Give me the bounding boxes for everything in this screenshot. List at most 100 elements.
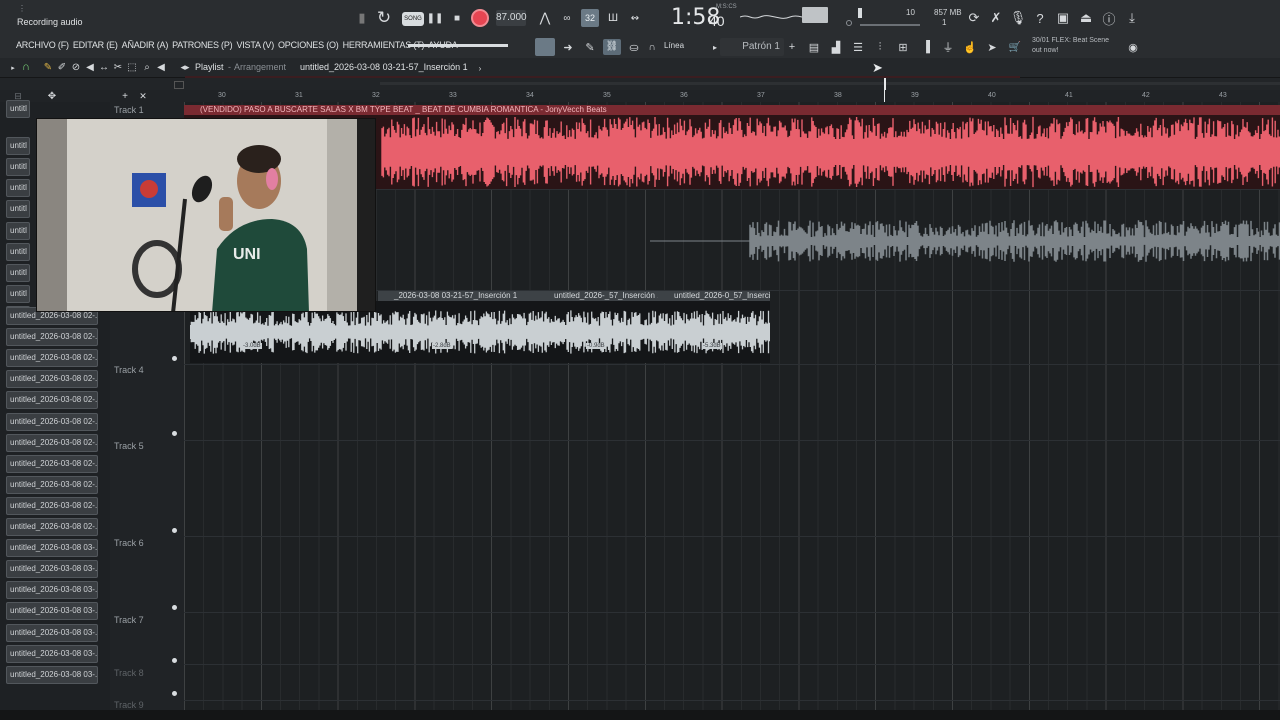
track-3-knob[interactable]	[172, 356, 177, 361]
picker-item[interactable]: untitled_2026-03-08 03-...	[6, 665, 98, 684]
refresh-icon[interactable]: ⟳	[966, 9, 982, 27]
vocal-clip-3-header[interactable]: untitled_2026-0_57_Inserción 1	[658, 291, 770, 301]
track-7-label[interactable]: Track 7	[114, 615, 144, 625]
picker-item[interactable]: untitled_2026-03-08 03-...	[6, 623, 98, 642]
loop-record-icon[interactable]: ↻	[374, 8, 394, 28]
picker-item[interactable]: untitled_2026-03-08 03-...	[6, 581, 98, 600]
cart-icon[interactable]: 🛒	[1007, 39, 1023, 55]
playhead-top[interactable]	[884, 78, 886, 90]
piano-roll-icon[interactable]: ▟	[828, 39, 844, 55]
delete-tool-icon[interactable]: ⊘	[70, 60, 82, 74]
picker-item[interactable]: untitled_2026-03-08 02-...	[6, 496, 98, 515]
stop-icon[interactable]: ■	[450, 10, 464, 26]
touch-icon[interactable]: ☝	[962, 39, 978, 55]
mixer-icon[interactable]: ⫶	[872, 39, 888, 55]
zoom-fit-icon[interactable]: ✥	[44, 90, 60, 102]
picker-item[interactable]: untitl	[6, 137, 30, 156]
menu-view[interactable]: VISTA (V)	[236, 40, 274, 50]
tree-icon[interactable]: ⊞	[895, 39, 911, 55]
link-icon[interactable]: ⛓	[603, 39, 621, 55]
picker-item[interactable]: untitl	[6, 200, 30, 219]
slice-tool-icon[interactable]: ✂	[112, 60, 124, 74]
select-tool-icon[interactable]: ⬚	[126, 60, 138, 74]
info-icon[interactable]: ⓘ	[1100, 9, 1118, 27]
draw-tool-icon[interactable]: ✎	[42, 60, 54, 74]
track-5-knob[interactable]	[172, 528, 177, 533]
paint-tool-icon[interactable]: ✐	[56, 60, 68, 74]
track-6-label[interactable]: Track 6	[114, 538, 144, 548]
picker-item[interactable]: untitled_2026-03-08 02-...	[6, 349, 98, 368]
tempo-display[interactable]: 87.000	[496, 10, 527, 26]
picker-item[interactable]: untitled_2026-03-08 02-...	[6, 475, 98, 494]
help-icon[interactable]: ?	[1032, 9, 1048, 27]
horizontal-scrollbar[interactable]	[380, 82, 1280, 85]
menu-add[interactable]: AÑADIR (A)	[122, 40, 169, 50]
menu-edit[interactable]: EDITAR (E)	[73, 40, 118, 50]
plug-icon[interactable]: ⏚	[940, 39, 956, 55]
playback-tool-icon[interactable]: ◀	[155, 60, 167, 74]
track-4-knob[interactable]	[172, 431, 177, 436]
hint-icon[interactable]: ➤	[984, 39, 1000, 55]
master-volume-slider[interactable]	[860, 24, 920, 26]
playhead-marker[interactable]	[884, 90, 885, 102]
menu-file[interactable]: ARCHIVO (F)	[16, 40, 69, 50]
playlist-menu-icon[interactable]: ▸	[8, 61, 18, 75]
picker-item[interactable]: untitl	[6, 158, 30, 177]
snap-selector[interactable]: Línea	[664, 41, 684, 50]
slip-tool-icon[interactable]: ↔	[98, 60, 110, 74]
settings-globe-icon[interactable]: ◉	[1126, 39, 1140, 55]
master-pitch-slider[interactable]	[858, 8, 862, 18]
playlist-toggle-button[interactable]	[535, 38, 555, 56]
main-pitch-slider[interactable]	[408, 44, 508, 47]
track-1-label[interactable]: Track 1	[114, 105, 144, 115]
picker-item[interactable]: untitl	[6, 179, 30, 198]
add-pattern-icon[interactable]: +	[786, 39, 798, 55]
plugin-icon[interactable]: ✗	[988, 9, 1004, 27]
step-edit-icon[interactable]: Ш	[604, 10, 622, 26]
browser-icon[interactable]: ☰	[850, 39, 866, 55]
track-5-label[interactable]: Track 5	[114, 441, 144, 451]
add-track-icon[interactable]: +	[120, 90, 130, 102]
picker-item[interactable]: untitl	[6, 100, 30, 118]
blend-notes-icon[interactable]: ↭	[626, 10, 644, 26]
wait-input-icon[interactable]: ∞	[558, 10, 576, 26]
snap-magnet-icon[interactable]: ∩	[20, 60, 32, 74]
picker-item[interactable]: untitl	[6, 263, 30, 282]
metronome-icon[interactable]: ⋀	[536, 10, 554, 26]
picker-item[interactable]: untitled_2026-03-08 02-...	[6, 433, 98, 452]
picker-item[interactable]: untitl	[6, 242, 30, 261]
arrangement-name[interactable]: untitled_2026-03-08 03-21-57_Inserción 1	[300, 62, 468, 72]
brush-icon[interactable]: ✎	[582, 39, 598, 55]
timeline-ruler[interactable]: ⊟ ✥ + ✕ 30 31 32 33 34 35 36 37 38 39 40 41 42 43	[0, 90, 1280, 102]
news-panel[interactable]: 30/01 FLEX: Beat Scene out now!	[1032, 36, 1109, 56]
download-icon[interactable]: ⤓	[1123, 9, 1141, 27]
arrangement-menu-icon[interactable]: ›	[476, 61, 484, 75]
vocal-clip-1-header[interactable]: _2026-03-08 03-21-57_Inserción 1	[378, 291, 538, 301]
save-icon[interactable]: ▣	[1055, 9, 1071, 27]
render-icon[interactable]: ⏏	[1078, 9, 1094, 27]
sidebar-toggle-icon[interactable]: ▮	[356, 10, 368, 26]
arrows-icon[interactable]: ◂▸	[180, 60, 190, 74]
stamp-icon[interactable]: ⛀	[626, 39, 642, 55]
track-8-label[interactable]: Track 8	[114, 668, 144, 678]
track-9-label[interactable]: Track 9	[114, 700, 144, 710]
picker-item[interactable]: untitled_2026-03-08 02-...	[6, 370, 98, 389]
pattern-selector[interactable]: Patrón 1	[720, 38, 784, 56]
picker-item[interactable]: untitled_2026-03-08 03-...	[6, 539, 98, 558]
zoom-tool-icon[interactable]: ⌕	[141, 60, 153, 74]
grid-icon[interactable]	[174, 81, 184, 89]
microphone-icon[interactable]: 🎙	[1010, 9, 1027, 27]
track-2-audio-clip[interactable]	[650, 215, 1280, 267]
menu-options[interactable]: OPCIONES (O)	[278, 40, 339, 50]
menu-patterns[interactable]: PATRONES (P)	[172, 40, 232, 50]
arrow-icon[interactable]: ➜	[560, 39, 576, 55]
master-volume-knob[interactable]	[846, 20, 852, 26]
song-mode-button[interactable]: SONG	[402, 12, 424, 26]
picker-item[interactable]: untitled_2026-03-08 03-...	[6, 602, 98, 621]
track-6-knob[interactable]	[172, 605, 177, 610]
picker-item[interactable]: untitled_2026-03-08 03-...	[6, 644, 98, 663]
picker-item[interactable]: untitled_2026-03-08 02-...	[6, 454, 98, 473]
magnet-icon[interactable]: ∩	[646, 39, 658, 55]
picker-item[interactable]: untitled_2026-03-08 02-...	[6, 412, 98, 431]
vocal-clip-2-header[interactable]: untitled_2026-_57_Inserción 1	[538, 291, 658, 301]
